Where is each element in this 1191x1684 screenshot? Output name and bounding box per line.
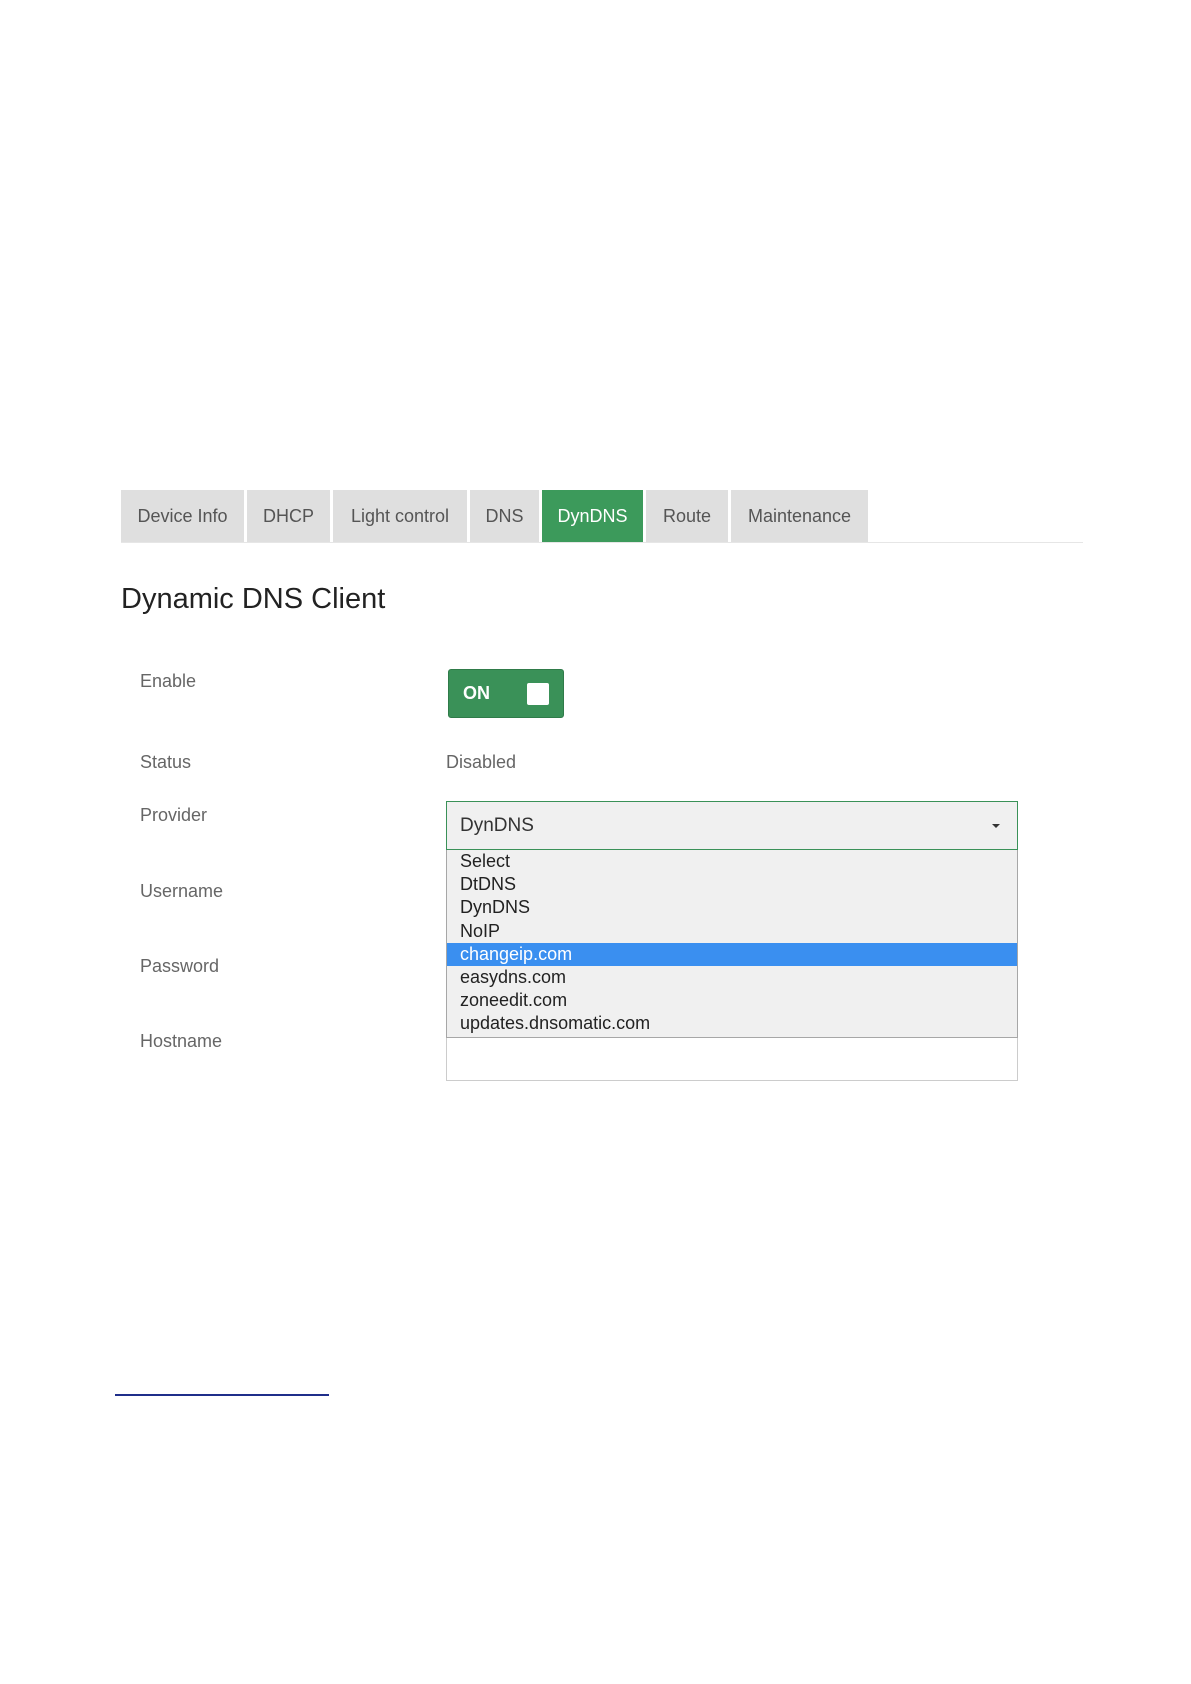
- hostname-input[interactable]: [446, 1038, 1018, 1081]
- caret-down-icon: [992, 824, 1000, 828]
- toggle-on-text: ON: [463, 683, 490, 703]
- status-label: Status: [140, 752, 192, 772]
- hostname-label: Hostname: [140, 1031, 223, 1051]
- tab-dns[interactable]: DNS: [470, 490, 539, 542]
- tab-route[interactable]: Route: [646, 490, 728, 542]
- provider-option-easydns[interactable]: easydns.com: [447, 966, 1017, 989]
- provider-option-select[interactable]: Select: [447, 850, 1017, 873]
- username-label: Username: [140, 881, 224, 901]
- provider-dropdown-list: Select DtDNS DynDNS NoIP changeip.com ea…: [446, 850, 1018, 1038]
- provider-option-dtdns[interactable]: DtDNS: [447, 873, 1017, 896]
- page-title: Dynamic DNS Client: [121, 583, 386, 615]
- footnote-divider: [115, 1394, 329, 1396]
- enable-toggle[interactable]: ON: [448, 669, 564, 718]
- tab-light-control[interactable]: Light control: [333, 490, 467, 542]
- provider-select[interactable]: DynDNS: [446, 801, 1018, 850]
- provider-selected-value: DynDNS: [460, 815, 534, 836]
- tab-dyndns[interactable]: DynDNS: [542, 490, 643, 542]
- provider-option-zoneedit[interactable]: zoneedit.com: [447, 989, 1017, 1012]
- tab-bar-divider: [121, 542, 1083, 543]
- toggle-knob: [527, 683, 549, 705]
- provider-option-dyndns[interactable]: DynDNS: [447, 896, 1017, 919]
- provider-label: Provider: [140, 805, 208, 825]
- tab-dhcp[interactable]: DHCP: [247, 490, 330, 542]
- tab-bar: Device Info DHCP Light control DNS DynDN…: [121, 490, 871, 542]
- tab-maintenance[interactable]: Maintenance: [731, 490, 868, 542]
- provider-option-noip[interactable]: NoIP: [447, 920, 1017, 943]
- provider-option-dnsomatic[interactable]: updates.dnsomatic.com: [447, 1012, 1017, 1035]
- enable-label: Enable: [140, 671, 197, 691]
- status-value: Disabled: [446, 752, 517, 772]
- provider-option-changeip[interactable]: changeip.com: [447, 942, 1017, 966]
- tab-device-info[interactable]: Device Info: [121, 490, 244, 542]
- password-label: Password: [140, 956, 220, 976]
